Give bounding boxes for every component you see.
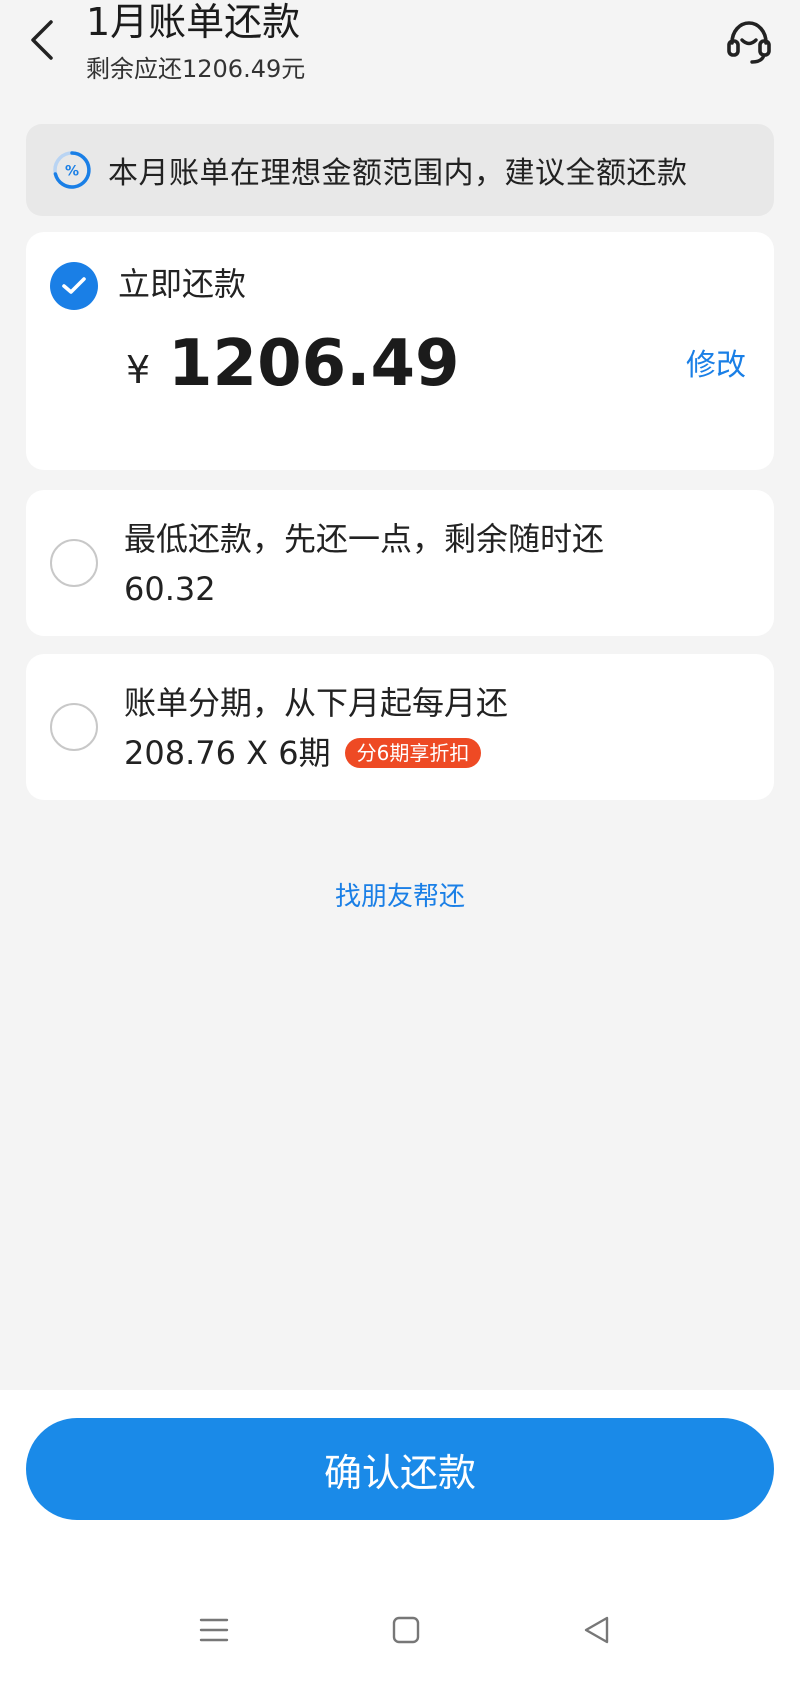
currency-symbol: ¥	[126, 348, 151, 392]
option-installment-amount: 208.76 X 6期	[124, 734, 331, 772]
check-icon	[62, 277, 86, 294]
edit-amount-link[interactable]: 修改	[686, 342, 746, 390]
suggestion-banner: % 本月账单在理想金额范围内，建议全额还款	[26, 124, 774, 216]
customer-service-button[interactable]	[722, 14, 776, 68]
discount-badge: 分6期享折扣	[344, 738, 482, 768]
suggestion-text: 本月账单在理想金额范围内，建议全额还款	[108, 156, 688, 191]
nav-back-button[interactable]	[566, 1600, 626, 1660]
system-navigation-bar	[0, 1600, 800, 1660]
square-icon	[392, 1616, 420, 1644]
repayment-amount: 1206.49	[168, 327, 460, 401]
back-button[interactable]	[22, 12, 62, 68]
radio-checked[interactable]	[50, 262, 98, 310]
confirm-repayment-button[interactable]: 确认还款	[26, 1418, 774, 1520]
triangle-back-icon	[584, 1616, 609, 1644]
ask-friend-link[interactable]: 找朋友帮还	[0, 876, 800, 913]
chevron-left-icon	[31, 20, 53, 60]
percent-progress-icon: %	[53, 151, 91, 189]
radio-unchecked[interactable]	[50, 539, 98, 587]
headset-icon	[727, 21, 771, 64]
radio-unchecked[interactable]	[50, 703, 98, 751]
header: 1月账单还款 剩余应还1206.49元	[0, 0, 800, 110]
nav-menu-button[interactable]	[184, 1600, 244, 1660]
remaining-amount-text: 剩余应还1206.49元	[86, 55, 306, 83]
option-full-repayment[interactable]: 立即还款 ¥ 1206.49 修改	[26, 232, 774, 470]
page-title: 1月账单还款	[86, 0, 301, 44]
bottom-bar: 确认还款	[0, 1390, 800, 1684]
option-minimum-repayment[interactable]: 最低还款，先还一点，剩余随时还 60.32	[26, 490, 774, 636]
menu-icon	[199, 1618, 229, 1642]
option-minimum-amount: 60.32	[124, 570, 216, 608]
nav-home-button[interactable]	[376, 1600, 436, 1660]
option-installment-label: 账单分期，从下月起每月还	[124, 684, 509, 722]
option-minimum-label: 最低还款，先还一点，剩余随时还	[124, 520, 605, 558]
installment-detail-row: 208.76 X 6期 分6期享折扣	[124, 732, 482, 774]
repayment-page: 1月账单还款 剩余应还1206.49元 % 本月账单在理想金额范围内，建议全额还…	[0, 0, 800, 1684]
option-installment[interactable]: 账单分期，从下月起每月还 208.76 X 6期 分6期享折扣	[26, 654, 774, 800]
svg-text:%: %	[65, 164, 79, 180]
option-full-label: 立即还款	[118, 265, 247, 303]
